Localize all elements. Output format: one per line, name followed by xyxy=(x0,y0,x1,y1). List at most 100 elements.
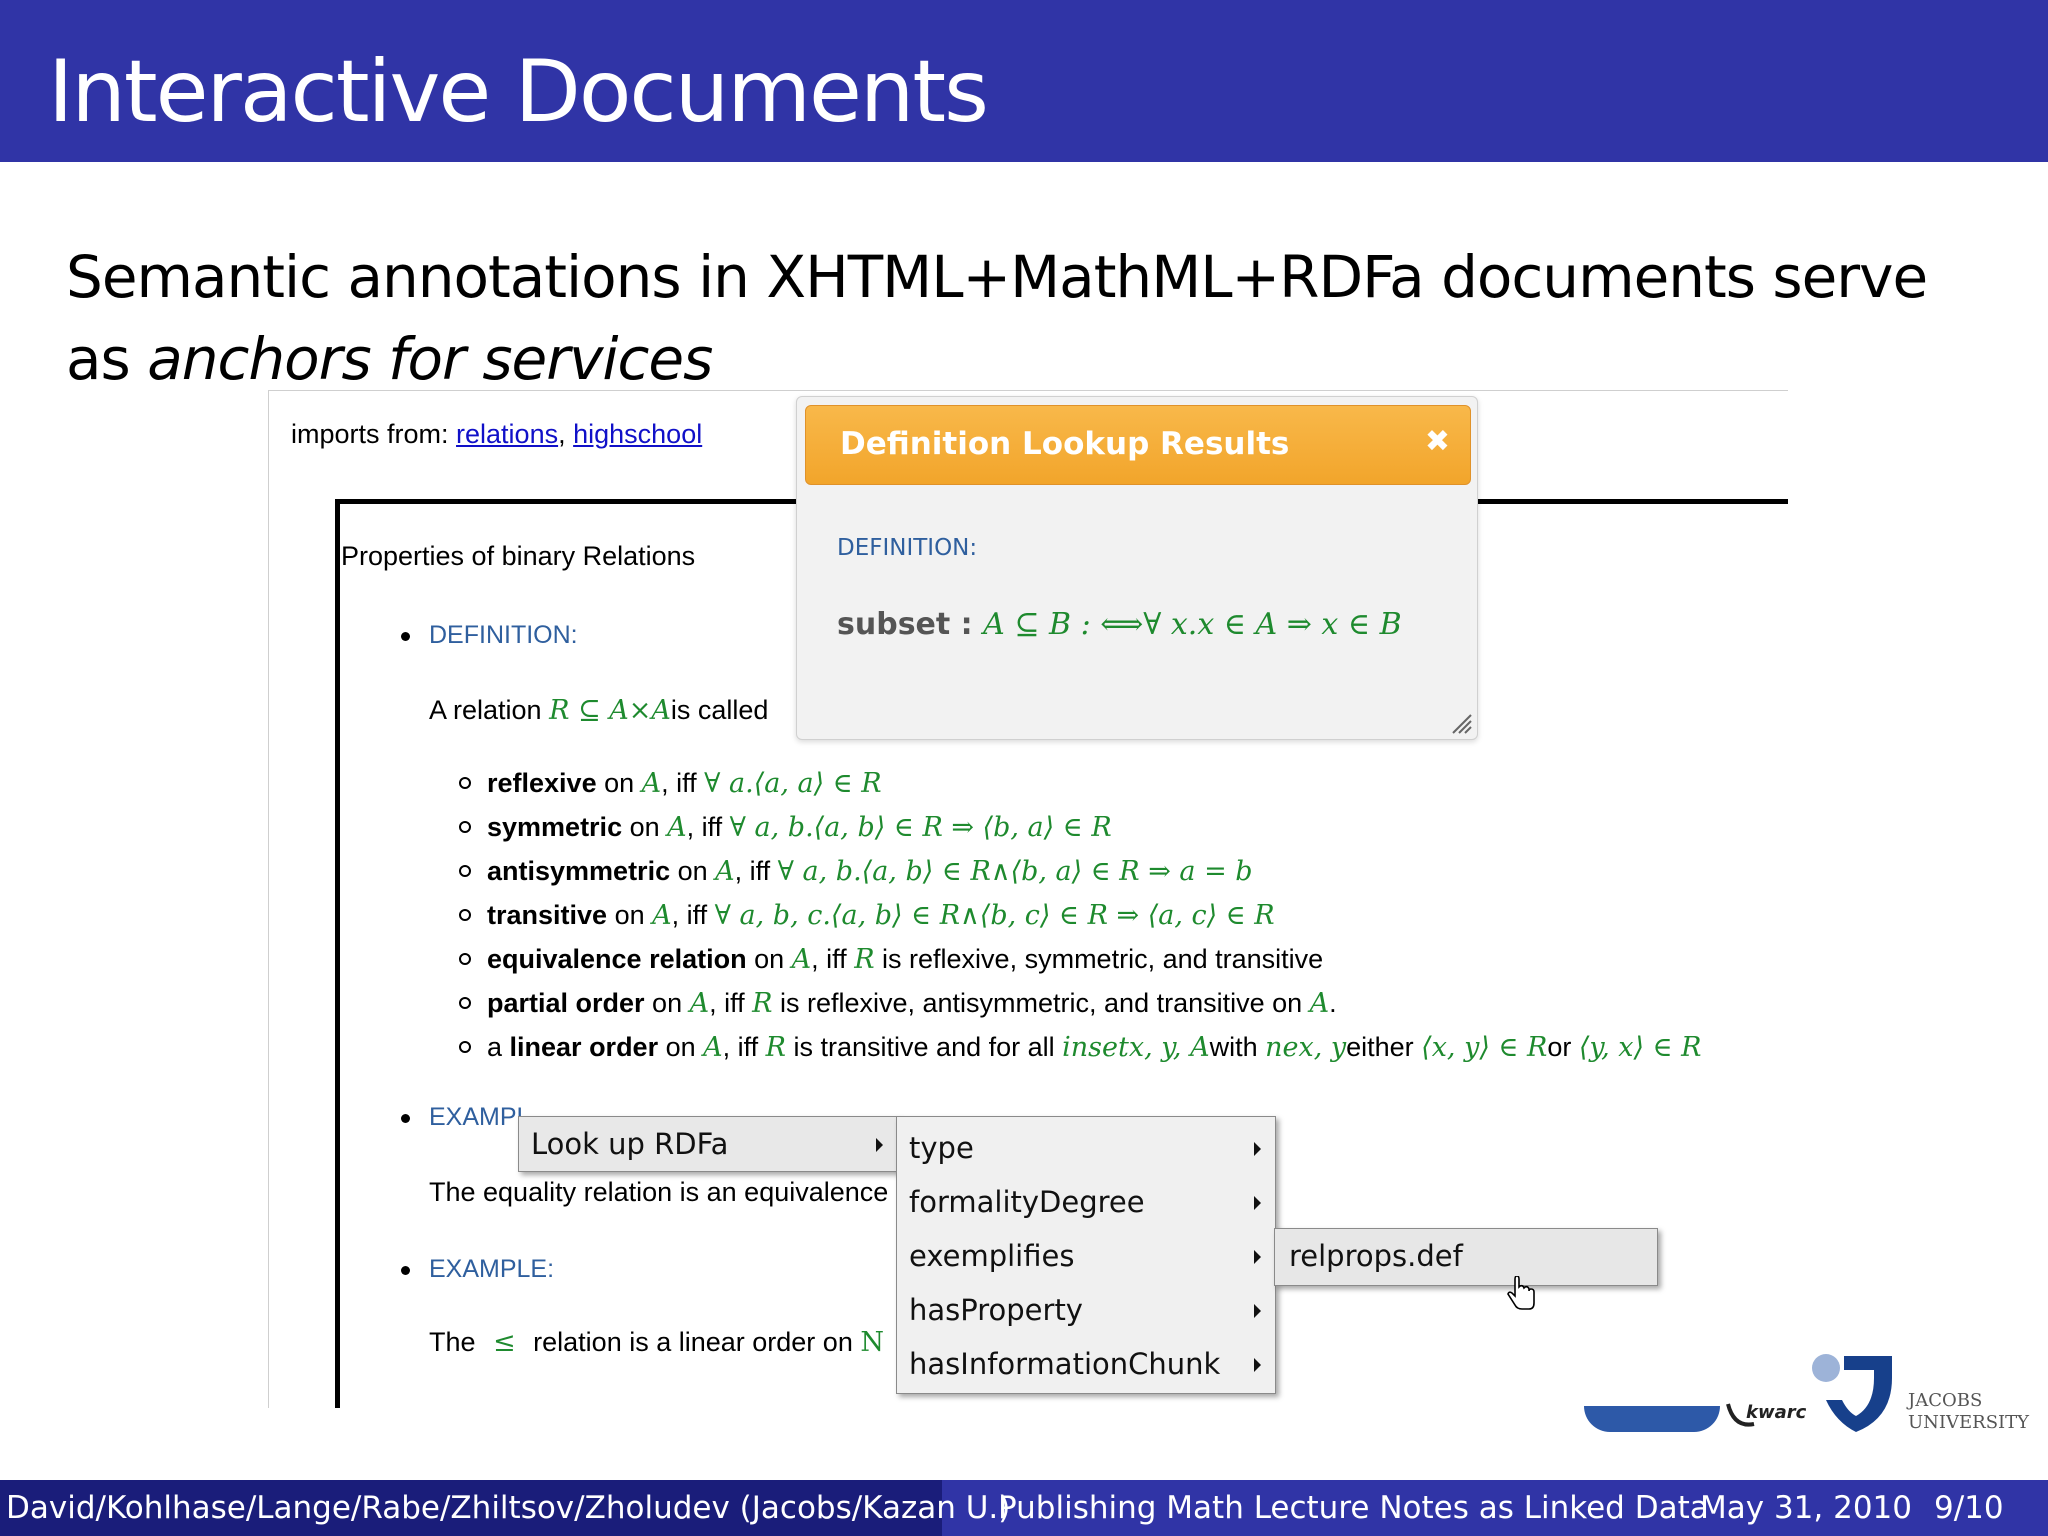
section-title: Properties of binary Relations xyxy=(341,541,696,571)
property-relation[interactable]: R xyxy=(854,944,874,975)
footer-date: May 31, 2010 xyxy=(1700,1490,1912,1526)
menu-item-label: formalityDegree xyxy=(909,1185,1145,1219)
example-bullet-1: EXAMPL xyxy=(401,1101,530,1132)
import-link-relations[interactable]: relations xyxy=(456,419,558,449)
property-end: . xyxy=(1329,988,1337,1018)
example-text-1: The equality relation is an equivalence xyxy=(429,1177,889,1207)
menu-item-exemplifies[interactable]: exemplifies xyxy=(897,1229,1275,1283)
property-formula[interactable]: ⟨x, y⟩ ∈ R xyxy=(1421,1032,1547,1063)
close-icon[interactable]: ✖ xyxy=(1425,424,1450,459)
property-term[interactable]: equivalence relation xyxy=(487,944,747,974)
example-math[interactable]: ≤ xyxy=(483,1327,526,1358)
footer-authors: David/Kohlhase/Lange/Rabe/Zhiltsov/Zholu… xyxy=(0,1480,1010,1536)
example-label[interactable]: EXAMPL xyxy=(429,1103,530,1131)
property-term[interactable]: transitive xyxy=(487,900,607,930)
resize-grip-icon[interactable] xyxy=(1445,707,1473,735)
relation-intro: A relation R ⊆ A×Ais called xyxy=(429,695,768,726)
import-link-highschool[interactable]: highschool xyxy=(573,419,702,449)
jacobs-wordmark-line-2: UNIVERSITY xyxy=(1908,1412,2030,1433)
relation-prefix: A relation xyxy=(429,695,550,725)
property-on: on xyxy=(746,944,792,974)
property-set[interactable]: A xyxy=(792,944,812,975)
popup-term: subset xyxy=(837,607,951,642)
property-formula[interactable]: ∀ a.⟨a, a⟩ ∈ R xyxy=(704,768,881,799)
menu-item-look-up-rdfa[interactable]: Look up RDFa xyxy=(519,1117,897,1171)
circle-bullet xyxy=(459,865,471,877)
property-rest: is reflexive, antisymmetric, and transit… xyxy=(772,988,1310,1018)
definition-lookup-popup: Definition Lookup Results ✖ DEFINITION: … xyxy=(796,396,1478,740)
property-formula[interactable]: ∀ a, b.⟨a, b⟩ ∈ R ⇒ ⟨b, a⟩ ∈ R xyxy=(730,812,1112,843)
definition-label[interactable]: DEFINITION: xyxy=(429,621,578,649)
property-iff: , iff xyxy=(722,1032,766,1062)
property-formula[interactable]: ∀ a, b, c.⟨a, b⟩ ∈ R∧⟨b, c⟩ ∈ R ⇒ ⟨a, c⟩… xyxy=(715,900,1275,931)
property-term[interactable]: reflexive xyxy=(487,768,597,798)
bullet-dot xyxy=(401,1266,410,1275)
property-iff: , iff xyxy=(709,988,753,1018)
context-submenu-properties: type formalityDegree exemplifies hasProp… xyxy=(896,1116,1276,1394)
submenu-arrow-icon xyxy=(1254,1142,1261,1156)
property-set[interactable]: A xyxy=(703,1032,723,1063)
example-set[interactable]: N xyxy=(860,1327,884,1358)
example-prefix: The xyxy=(429,1327,484,1357)
property-set[interactable]: A xyxy=(652,900,672,931)
property-formula[interactable]: nex, y xyxy=(1265,1032,1346,1063)
menu-item-label: exemplifies xyxy=(909,1239,1075,1273)
submenu-arrow-icon xyxy=(1254,1358,1261,1372)
property-term[interactable]: symmetric xyxy=(487,812,622,842)
circle-bullet xyxy=(459,1041,471,1053)
slide-footer: David/Kohlhase/Lange/Rabe/Zhiltsov/Zholu… xyxy=(0,1480,2048,1536)
jacobs-university-wordmark: JACOBS UNIVERSITY xyxy=(1908,1390,2029,1434)
menu-item-label: Look up RDFa xyxy=(531,1127,729,1161)
popup-title: Definition Lookup Results xyxy=(840,426,1290,462)
example-label[interactable]: EXAMPLE: xyxy=(429,1255,554,1283)
property-item-reflexive: reflexive on A, iff ∀ a.⟨a, a⟩ ∈ R xyxy=(459,761,1702,805)
menu-item-type[interactable]: type xyxy=(897,1121,1275,1175)
property-on: on xyxy=(670,856,716,886)
submenu-arrow-icon xyxy=(876,1138,883,1152)
popup-header[interactable]: Definition Lookup Results ✖ xyxy=(805,405,1471,485)
property-term[interactable]: antisymmetric xyxy=(487,856,670,886)
property-iff: , iff xyxy=(811,944,855,974)
property-set[interactable]: A xyxy=(690,988,710,1019)
property-set[interactable]: A xyxy=(1310,988,1330,1019)
property-term[interactable]: partial order xyxy=(487,988,645,1018)
circle-bullet xyxy=(459,821,471,833)
property-relation[interactable]: R xyxy=(752,988,772,1019)
popup-definition: subset : A ⊆ B : ⟺∀ x.x ∈ A ⇒ x ∈ B xyxy=(837,607,1402,642)
menu-item-relprops-def[interactable]: relprops.def xyxy=(1275,1229,1657,1283)
popup-formula[interactable]: A ⊆ B : ⟺∀ x.x ∈ A ⇒ x ∈ B xyxy=(983,607,1402,642)
property-term[interactable]: linear order xyxy=(510,1032,659,1062)
imports-label: imports from: xyxy=(291,419,457,449)
footer-talk-title: Publishing Math Lecture Notes as Linked … xyxy=(998,1490,1709,1526)
menu-item-has-information-chunk[interactable]: hasInformationChunk xyxy=(897,1337,1275,1391)
circle-bullet xyxy=(459,777,471,789)
lead-line-2: as anchors for services xyxy=(66,318,2026,400)
example-label-text[interactable]: EXAMPLE: xyxy=(429,1255,554,1283)
property-prefix: a xyxy=(487,1032,510,1062)
property-set[interactable]: A xyxy=(715,856,735,887)
property-item-linear-order: a linear order on A, iff R is transitive… xyxy=(459,1025,1702,1069)
example-text-2: The ≤ relation is a linear order on N xyxy=(429,1327,884,1358)
property-iff: , iff xyxy=(734,856,778,886)
relation-math[interactable]: R ⊆ A×A xyxy=(549,695,671,726)
lead-emphasis: anchors for services xyxy=(147,325,713,393)
property-set[interactable]: A xyxy=(667,812,687,843)
property-set[interactable]: A xyxy=(642,768,662,799)
property-iff: , iff xyxy=(661,768,705,798)
menu-item-label: hasInformationChunk xyxy=(909,1347,1221,1381)
menu-item-formality-degree[interactable]: formalityDegree xyxy=(897,1175,1275,1229)
definition-bullet: DEFINITION: xyxy=(401,619,578,650)
property-relation[interactable]: R xyxy=(766,1032,786,1063)
property-iff: , iff xyxy=(686,812,730,842)
property-item-partial-order: partial order on A, iff R is reflexive, … xyxy=(459,981,1702,1025)
hand-cursor-icon xyxy=(1507,1276,1535,1310)
relation-suffix: is called xyxy=(670,695,769,725)
property-item-equivalence: equivalence relation on A, iff R is refl… xyxy=(459,937,1702,981)
circle-bullet xyxy=(459,953,471,965)
property-formula[interactable]: ∀ a, b.⟨a, b⟩ ∈ R∧⟨b, a⟩ ∈ R ⇒ a = b xyxy=(778,856,1253,887)
menu-item-has-property[interactable]: hasProperty xyxy=(897,1283,1275,1337)
property-rest: is reflexive, symmetric, and transitive xyxy=(874,944,1324,974)
slide-title: Interactive Documents xyxy=(48,42,989,142)
property-formula[interactable]: ⟨y, x⟩ ∈ R xyxy=(1579,1032,1702,1063)
property-formula[interactable]: insetx, y, A xyxy=(1062,1032,1209,1063)
